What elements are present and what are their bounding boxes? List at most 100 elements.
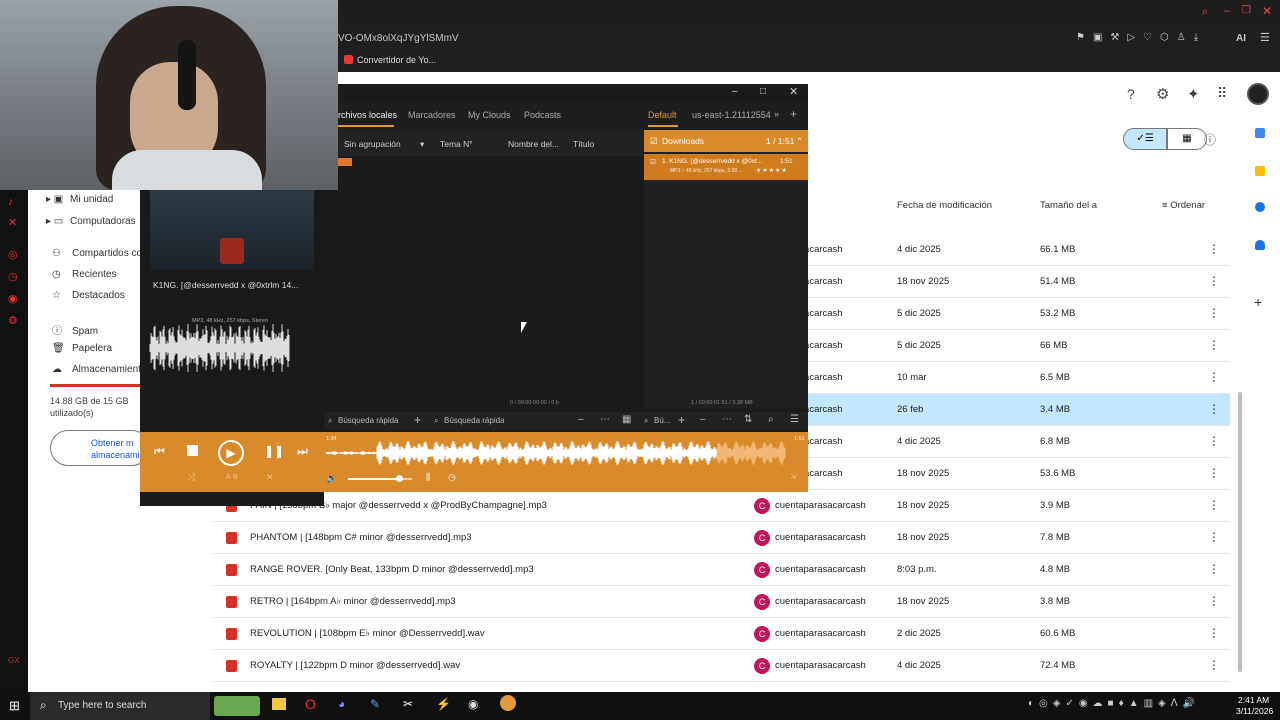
waveform-seekbar[interactable]	[324, 440, 802, 466]
ai-button[interactable]: AI	[1236, 33, 1246, 44]
file-name[interactable]: RANGE ROVER. [Only Beat, 133bpm D minor …	[250, 564, 534, 575]
table-row[interactable]: RANGE ROVER. [Only Beat, 133bpm D minor …	[212, 554, 1230, 586]
opera-icon[interactable]: O	[305, 696, 316, 712]
table-row[interactable]: RETRO | [164bpm A♭ minor @desserrvedd].m…	[212, 586, 1230, 618]
close-icon[interactable]: ✕	[1262, 4, 1272, 18]
sidebar-item-recientes[interactable]: ◷ Recientes	[52, 269, 116, 280]
clock-icon[interactable]: ◷	[8, 270, 18, 283]
shuffle-icon[interactable]: ✕	[266, 472, 274, 483]
equalizer-icon[interactable]: ⫼	[426, 472, 430, 483]
keep-icon[interactable]	[1255, 166, 1265, 176]
more-right-icon[interactable]: ⋯	[722, 414, 732, 425]
add-addon-icon[interactable]: +	[1254, 294, 1262, 310]
scrollbar[interactable]	[1238, 392, 1242, 672]
list-view-toggle[interactable]: ✓☰	[1123, 128, 1167, 150]
file-name[interactable]: RETRO | [164bpm A♭ minor @desserrvedd].m…	[250, 596, 456, 607]
apps-grid-icon[interactable]: ⠿	[1217, 85, 1227, 102]
table-row[interactable]: PHANTOM | [148bpm C# minor @desserrvedd]…	[212, 522, 1230, 554]
settings-gear-icon[interactable]: ⚙	[1156, 85, 1169, 103]
timer-icon[interactable]: ◷	[448, 472, 456, 483]
search-icon[interactable]: ⌕	[1202, 6, 1208, 19]
maximize-icon[interactable]: ❐	[1242, 5, 1251, 16]
menu-icon[interactable]: ☰	[790, 414, 799, 425]
column-modified[interactable]: Fecha de modificación	[897, 200, 992, 211]
more-options-icon[interactable]: ⋮	[1208, 562, 1220, 576]
tab-default[interactable]: Default	[648, 110, 677, 120]
file-name[interactable]: PHANTOM | [148bpm C# minor @desserrvedd]…	[250, 532, 472, 543]
more-options-icon[interactable]: ⋮	[1208, 338, 1220, 352]
tab-archivos-locales[interactable]: rchivos locales	[338, 110, 397, 120]
more-options-icon[interactable]: ⋮	[1208, 274, 1220, 288]
gemini-icon[interactable]: ✦	[1187, 85, 1200, 103]
tasks-icon[interactable]	[1255, 202, 1265, 212]
user-icon[interactable]: ◉	[8, 292, 18, 305]
volume-icon[interactable]: 🔈	[326, 473, 337, 484]
player-close-icon[interactable]: ✕	[789, 85, 798, 98]
more-options-icon[interactable]: ⋮	[1208, 434, 1220, 448]
column-track-no[interactable]: Tema N°	[440, 139, 473, 149]
playlist-header[interactable]: ☑ Downloads 1 / 1:51 ⌃	[644, 130, 808, 152]
play-button[interactable]: ▶	[218, 440, 244, 466]
sidebar-item-compartidos[interactable]: ⚇ Compartidos co	[52, 248, 142, 259]
bookmark-convertidor[interactable]: Convertidor de Yo...	[357, 55, 436, 65]
sidebar-item-mi-unidad[interactable]: ▸ ▣ Mi unidad	[46, 194, 113, 205]
menu-icon[interactable]: ☰	[1260, 31, 1270, 44]
fl-studio-icon[interactable]: ✎	[370, 697, 380, 711]
remove-right-icon[interactable]: –	[700, 414, 706, 425]
stop-icon[interactable]	[187, 445, 198, 456]
discord-icon[interactable]: ◕	[338, 697, 345, 711]
more-options-icon[interactable]: ⋮	[1208, 402, 1220, 416]
previous-icon[interactable]: ⏮	[154, 444, 165, 459]
tab-cloud-region[interactable]: us-east-1.21112554	[692, 110, 774, 120]
url-text[interactable]: VO-OMx8olXqJYgYlSMmV	[338, 33, 459, 44]
extension-icons[interactable]: ⚑▣⚒▷♡⬡♙⤓	[1076, 32, 1206, 43]
tray-icons[interactable]: ◐◎◈✓◉☁■♦▲▥◈ᐱ🔊	[1028, 698, 1200, 709]
minimize-icon[interactable]: –	[1224, 5, 1230, 17]
more-options-icon[interactable]: ⋮	[1208, 626, 1220, 640]
next-icon[interactable]: ⏭	[297, 444, 308, 459]
player-minimize-icon[interactable]: –	[732, 86, 738, 97]
x-icon[interactable]: ✕	[8, 216, 17, 229]
more-options-icon[interactable]: ⋮	[1208, 498, 1220, 512]
player-maximize-icon[interactable]: □	[760, 86, 766, 97]
chrome-icon[interactable]: ◉	[468, 697, 478, 711]
column-size[interactable]: Tamaño del a	[1040, 200, 1097, 211]
track-rating[interactable]: ★★★★★	[756, 167, 788, 174]
table-row[interactable]: PAIN | [158bpm B♭ major @desserrvedd x @…	[212, 490, 1230, 522]
tabs-more-icon[interactable]: »	[774, 109, 779, 119]
capcut-icon[interactable]: ✂	[403, 697, 413, 711]
more-options-icon[interactable]: ⋮	[1208, 370, 1220, 384]
file-name[interactable]: REVOLUTION | [108bpm E♭ minor @Desserrve…	[250, 628, 485, 639]
playlist-checkbox-icon[interactable]: ☑	[650, 136, 658, 147]
pause-icon[interactable]: ❚❚	[264, 444, 284, 458]
grid-view-toggle[interactable]: ▦	[1167, 128, 1207, 150]
info-icon[interactable]: ⓘ	[1204, 131, 1216, 148]
tiktok-icon[interactable]: ♪	[8, 196, 14, 208]
track-checkbox-icon[interactable]: ☑	[650, 158, 656, 166]
help-icon[interactable]: ?	[1127, 86, 1135, 102]
get-more-storage-button[interactable]: Obtener m almacenami	[50, 430, 150, 466]
quick-search-left[interactable]: Búsqueda rápida	[338, 416, 399, 425]
remove-icon[interactable]: –	[578, 414, 584, 425]
search-right-icon[interactable]: ⌕	[768, 414, 774, 425]
grouping-chevron-icon[interactable]: ▾	[420, 139, 424, 150]
playlist-collapse-icon[interactable]: ⌃	[796, 136, 803, 147]
calendar-icon[interactable]	[1255, 128, 1265, 138]
playlist-track[interactable]: ☑ 1. K1NG. [@desserrvedd x @0xt... 1:51 …	[644, 154, 808, 180]
taskbar-search[interactable]: ⌕ Type here to search	[30, 692, 210, 720]
circle-icon[interactable]: ◎	[8, 248, 18, 261]
grid-icon[interactable]: ▦	[622, 414, 631, 425]
sort-button[interactable]: ≡ Ordenar	[1162, 200, 1205, 211]
tab-my-clouds[interactable]: My Clouds	[468, 110, 511, 120]
grouping-select[interactable]: Sin agrupación	[344, 139, 401, 149]
repeat-icon[interactable]: ⤮	[188, 472, 195, 483]
settings-icon[interactable]: ⚙	[8, 314, 18, 327]
tab-marcadores[interactable]: Marcadores	[408, 110, 456, 120]
table-row[interactable]: REVOLUTION | [108bpm E♭ minor @Desserrve…	[212, 618, 1230, 650]
column-title[interactable]: Título	[573, 139, 594, 149]
column-filename[interactable]: Nombre del...	[508, 139, 559, 149]
sidebar-item-destacados[interactable]: ☆ Destacados	[52, 290, 125, 301]
gx-icon[interactable]: GX	[8, 656, 20, 665]
more-options-icon[interactable]: ⋮	[1208, 530, 1220, 544]
app-icon[interactable]: ⚡	[436, 697, 451, 711]
